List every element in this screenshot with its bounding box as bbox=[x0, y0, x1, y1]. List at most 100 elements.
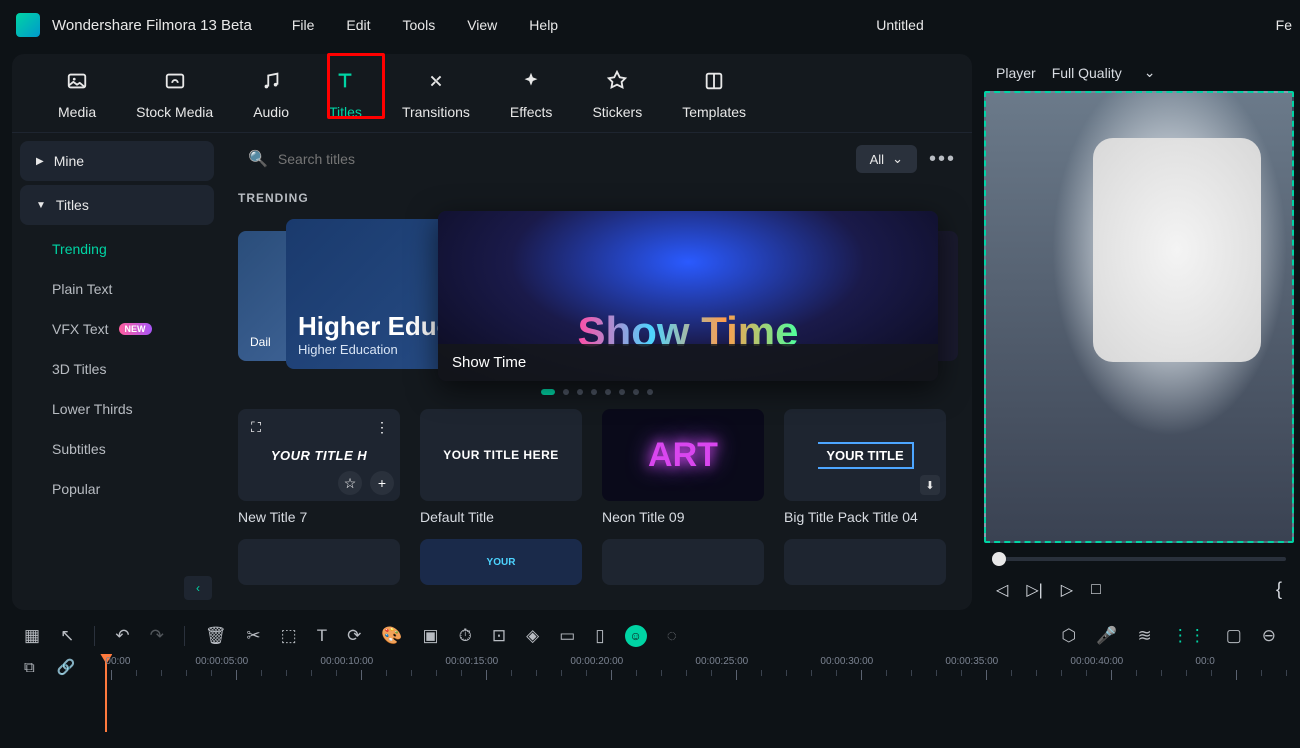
mic-icon[interactable]: 🎤 bbox=[1096, 626, 1117, 646]
carousel-dot[interactable] bbox=[577, 389, 583, 395]
title-card-row2-1[interactable] bbox=[238, 539, 400, 585]
cursor-icon[interactable]: ↖ bbox=[60, 626, 74, 646]
tab-transitions[interactable]: Transitions bbox=[396, 62, 476, 132]
focus-icon[interactable]: ⊡ bbox=[492, 626, 506, 646]
carousel-dot[interactable] bbox=[591, 389, 597, 395]
tab-effects[interactable]: Effects bbox=[504, 62, 559, 132]
marker-icon[interactable]: ⬡ bbox=[1061, 626, 1076, 646]
scrubber-handle[interactable] bbox=[992, 552, 1006, 566]
right-label[interactable]: Fe bbox=[1276, 17, 1292, 33]
tab-label: Templates bbox=[682, 104, 746, 120]
tab-audio[interactable]: Audio bbox=[247, 62, 295, 132]
sidebar-item-3d-titles[interactable]: 3D Titles bbox=[20, 349, 214, 389]
carousel-dot[interactable] bbox=[563, 389, 569, 395]
title-card-default-title[interactable]: YOUR TITLE HERE Default Title bbox=[420, 409, 582, 525]
template-icon bbox=[703, 70, 725, 98]
cut-icon[interactable]: ✂ bbox=[246, 626, 260, 646]
copy-icon[interactable]: ⧉ bbox=[24, 659, 35, 676]
menu-view[interactable]: View bbox=[467, 17, 497, 33]
tab-stickers[interactable]: Stickers bbox=[586, 62, 648, 132]
carousel-dot[interactable] bbox=[647, 389, 653, 395]
title-card-row2-4[interactable] bbox=[784, 539, 946, 585]
app-logo bbox=[16, 13, 40, 37]
sidebar-item-popular[interactable]: Popular bbox=[20, 469, 214, 509]
crop-icon[interactable]: ⬚ bbox=[281, 626, 297, 646]
redo-icon[interactable]: ↷ bbox=[150, 626, 164, 646]
sidebar-item-subtitles[interactable]: Subtitles bbox=[20, 429, 214, 469]
menu-edit[interactable]: Edit bbox=[346, 17, 370, 33]
delete-icon[interactable]: 🗑 bbox=[205, 626, 227, 646]
tab-label: Transitions bbox=[402, 104, 470, 120]
highlight-titles-tab bbox=[327, 54, 385, 119]
carousel-dot[interactable] bbox=[619, 389, 625, 395]
link-icon[interactable]: 🔗 bbox=[57, 658, 76, 676]
undo-icon[interactable]: ↶ bbox=[115, 626, 129, 646]
expand-icon[interactable]: ⛶ bbox=[244, 415, 268, 439]
carousel-dot[interactable] bbox=[633, 389, 639, 395]
filter-dropdown[interactable]: All ⌄ bbox=[856, 145, 917, 173]
carousel-card-show-time[interactable]: Show Time Show Time bbox=[438, 211, 938, 381]
zoom-out-icon[interactable]: ⊖ bbox=[1262, 626, 1276, 646]
audio-mix-icon[interactable]: ≋ bbox=[1137, 626, 1151, 646]
brace-icon[interactable]: { bbox=[1276, 579, 1282, 600]
collapse-sidebar-button[interactable]: ‹ bbox=[184, 576, 212, 600]
more-vertical-icon[interactable]: ⋮ bbox=[370, 415, 394, 439]
chevron-left-icon: ‹ bbox=[196, 581, 200, 595]
favorite-icon[interactable]: ☆ bbox=[338, 471, 362, 495]
title-card-new-title-7[interactable]: YOUR TITLE H ⛶ ⋮ ☆ + bbox=[238, 409, 400, 525]
tab-templates[interactable]: Templates bbox=[676, 62, 752, 132]
timeline-toolbar: ▦ ↖ ↶ ↷ 🗑 ✂ ⬚ T ⟳ 🎨 ▣ ⏱ ⊡ ◈ ▭ ▯ ☺ ◌ ⬡ 🎤 … bbox=[0, 618, 1300, 654]
device-icon[interactable]: ▯ bbox=[595, 626, 604, 646]
search-input[interactable] bbox=[278, 151, 834, 167]
sidebar-item-titles[interactable]: ▼ Titles bbox=[20, 185, 214, 225]
timeline-ruler[interactable]: 00:00 00:00:05:00 00:00:10:00 00:00:15:0… bbox=[105, 654, 1300, 682]
sidebar-item-mine[interactable]: ▶ Mine bbox=[20, 141, 214, 181]
main-menu: File Edit Tools View Help bbox=[292, 17, 558, 33]
more-options-button[interactable]: ••• bbox=[929, 148, 956, 171]
stop-button[interactable]: □ bbox=[1091, 581, 1101, 599]
title-card-big-title-pack[interactable]: YOUR TITLE⬇ Big Title Pack Title 04 bbox=[784, 409, 946, 525]
tab-label: Stock Media bbox=[136, 104, 213, 120]
subtitle-icon[interactable]: ▭ bbox=[559, 626, 575, 646]
tab-stock-media[interactable]: Stock Media bbox=[130, 62, 219, 132]
color-icon[interactable]: 🎨 bbox=[381, 626, 402, 646]
add-icon[interactable]: + bbox=[370, 471, 394, 495]
layers-icon[interactable]: ▣ bbox=[423, 626, 439, 646]
preview-scrubber[interactable] bbox=[992, 557, 1286, 561]
chevron-down-icon: ▼ bbox=[36, 200, 46, 211]
title-card-row2-3[interactable] bbox=[602, 539, 764, 585]
tab-label: Audio bbox=[253, 104, 289, 120]
sidebar-item-vfx-text[interactable]: VFX TextNEW bbox=[20, 309, 214, 349]
tab-media[interactable]: Media bbox=[52, 62, 102, 132]
video-preview[interactable] bbox=[984, 91, 1294, 543]
dots-ring-icon[interactable]: ◌ bbox=[667, 626, 677, 646]
cloud-media-icon bbox=[164, 70, 186, 98]
carousel-dot[interactable] bbox=[541, 389, 555, 395]
quality-dropdown[interactable]: Full Quality ⌄ bbox=[1052, 64, 1156, 81]
sidebar-item-trending[interactable]: Trending bbox=[20, 229, 214, 269]
split-icon[interactable]: ⋮⋮ bbox=[1172, 626, 1206, 646]
snapshot-icon[interactable]: ▢ bbox=[1226, 626, 1242, 646]
speed-icon[interactable]: ⟳ bbox=[347, 626, 361, 646]
timer-icon[interactable]: ⏱ bbox=[459, 626, 472, 646]
sidebar-item-plain-text[interactable]: Plain Text bbox=[20, 269, 214, 309]
ai-face-icon[interactable]: ☺ bbox=[625, 625, 647, 647]
menu-help[interactable]: Help bbox=[529, 17, 558, 33]
prev-button[interactable]: ◁ bbox=[996, 580, 1008, 600]
tab-label: Effects bbox=[510, 104, 553, 120]
title-card-neon-title-09[interactable]: ART Neon Title 09 bbox=[602, 409, 764, 525]
title-card-row2-2[interactable]: YOUR bbox=[420, 539, 582, 585]
carousel-dot[interactable] bbox=[605, 389, 611, 395]
grid-icon[interactable]: ▦ bbox=[24, 626, 40, 646]
sidebar-item-lower-thirds[interactable]: Lower Thirds bbox=[20, 389, 214, 429]
step-forward-button[interactable]: ▷| bbox=[1026, 580, 1042, 600]
diamond-icon[interactable]: ◈ bbox=[526, 626, 539, 646]
download-icon[interactable]: ⬇ bbox=[920, 475, 940, 495]
text-tool-icon[interactable]: T bbox=[317, 626, 327, 646]
play-button[interactable]: ▷ bbox=[1061, 580, 1073, 600]
sidebar-label: Mine bbox=[54, 153, 84, 169]
menu-tools[interactable]: Tools bbox=[403, 17, 436, 33]
search-box[interactable]: 🔍 bbox=[238, 143, 844, 175]
library-tabs: Media Stock Media Audio Titles Transitio… bbox=[12, 54, 972, 133]
menu-file[interactable]: File bbox=[292, 17, 315, 33]
